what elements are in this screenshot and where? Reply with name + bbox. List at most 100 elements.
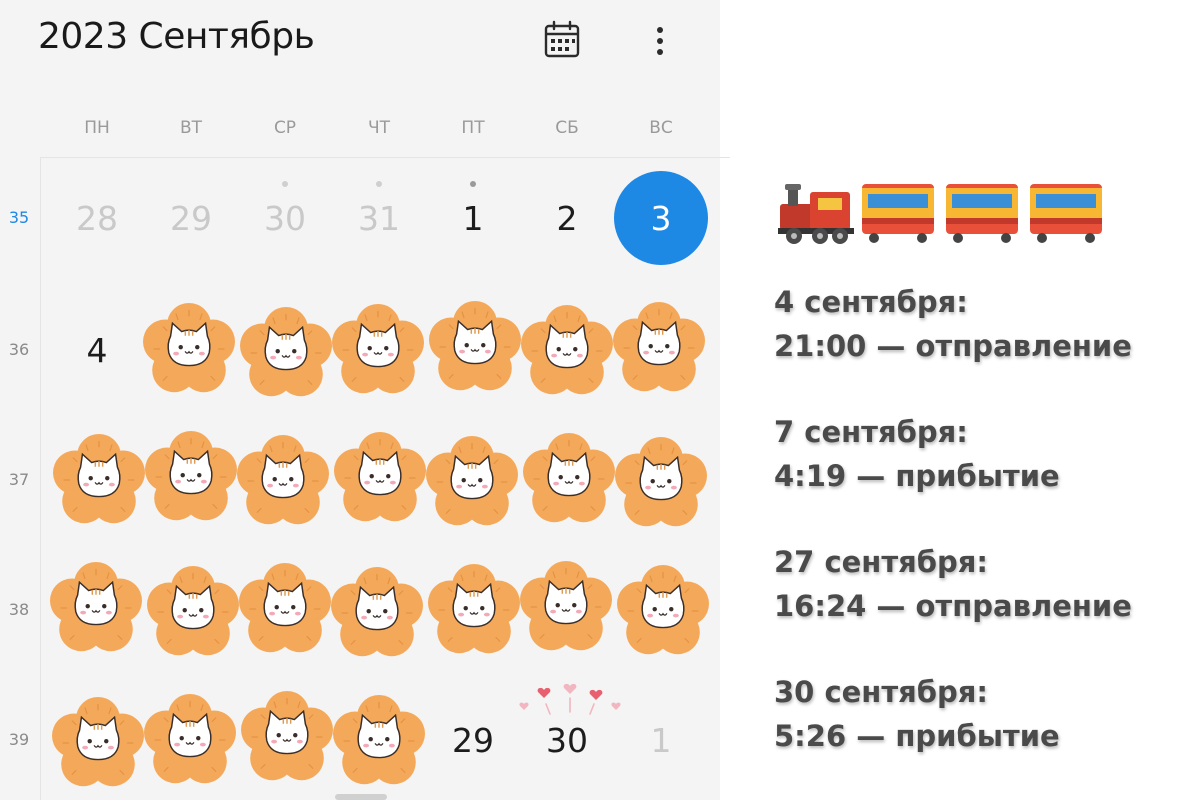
day-cell[interactable] — [238, 692, 332, 788]
day-cell[interactable] — [50, 562, 144, 658]
day-cell[interactable] — [238, 302, 332, 398]
week-number: 39 — [8, 730, 30, 749]
day-number: 29 — [170, 198, 212, 238]
today-highlight: 3 — [614, 171, 708, 265]
day-cell[interactable] — [614, 302, 708, 398]
day-number: 31 — [358, 198, 400, 238]
week-number: 36 — [8, 340, 30, 359]
schedule-event: 5:26 — прибытие — [774, 719, 1060, 753]
weekday-label: СБ — [555, 118, 579, 138]
schedule-event: 21:00 — отправление — [774, 329, 1132, 363]
day-cell[interactable] — [426, 432, 520, 528]
day-cell-today[interactable]: 3 — [614, 170, 708, 266]
orange-flower-cat-sticker-icon — [428, 564, 520, 656]
schedule-panel: 4 сентября: 21:00 — отправление 7 сентяб… — [760, 0, 1200, 800]
orange-flower-cat-sticker-icon — [617, 565, 709, 657]
day-cell[interactable] — [426, 302, 520, 398]
schedule-date: 27 сентября: — [774, 545, 989, 579]
day-cell[interactable] — [144, 302, 238, 398]
event-dot — [282, 181, 288, 187]
day-cell[interactable]: 1 — [426, 170, 520, 266]
weekday-label: ЧТ — [367, 118, 391, 138]
day-cell[interactable] — [144, 692, 238, 788]
schedule-date: 30 сентября: — [774, 675, 989, 709]
day-cell[interactable] — [50, 432, 144, 528]
orange-flower-cat-sticker-icon — [53, 434, 145, 526]
schedule-entry: 27 сентября: 16:24 — отправление — [774, 540, 1194, 628]
week-number: 37 — [8, 470, 30, 489]
day-cell[interactable]: 29 — [426, 692, 520, 788]
day-cell[interactable]: 29 — [144, 170, 238, 266]
orange-flower-cat-sticker-icon — [426, 436, 518, 528]
schedule-event: 4:19 — прибытие — [774, 459, 1060, 493]
schedule-entry: 7 сентября: 4:19 — прибытие — [774, 410, 1194, 498]
calendar-panel: 2023 Сентябрь ПН ВТ СР ЧТ ПТ СБ ВС 35 28 29 30 31 1… — [0, 0, 730, 800]
weekday-label: СР — [273, 118, 297, 138]
day-cell[interactable] — [50, 692, 144, 788]
day-number: 4 — [86, 330, 108, 370]
calendar-view-button[interactable] — [540, 18, 584, 62]
day-number: 30 — [264, 198, 306, 238]
day-number: 3 — [650, 198, 672, 238]
day-cell[interactable]: 30 — [238, 170, 332, 266]
weekday-label: ПТ — [461, 118, 485, 138]
day-number: 2 — [556, 198, 578, 238]
orange-flower-cat-sticker-icon — [239, 563, 331, 655]
day-cell[interactable] — [144, 562, 238, 658]
day-cell[interactable] — [520, 432, 614, 528]
orange-flower-cat-sticker-icon — [50, 562, 142, 654]
schedule-date: 4 сентября: — [774, 285, 968, 319]
orange-flower-cat-sticker-icon — [144, 694, 236, 786]
schedule-entry: 30 сентября: 5:26 — прибытие — [774, 670, 1194, 758]
orange-flower-cat-sticker-icon — [52, 697, 144, 789]
day-cell[interactable] — [520, 562, 614, 658]
page-title: 2023 Сентябрь — [38, 16, 315, 57]
event-dot — [470, 181, 476, 187]
orange-flower-cat-sticker-icon — [143, 303, 235, 395]
orange-flower-cat-sticker-icon — [520, 561, 612, 653]
day-cell[interactable]: 4 — [50, 302, 144, 398]
orange-flower-cat-sticker-icon — [331, 567, 423, 659]
day-cell[interactable]: 1 — [614, 692, 708, 788]
day-cell[interactable] — [332, 432, 426, 528]
day-number: 1 — [650, 720, 672, 760]
day-number: 29 — [452, 720, 494, 760]
day-cell[interactable] — [332, 302, 426, 398]
day-cell[interactable] — [238, 562, 332, 658]
day-number: 28 — [76, 198, 118, 238]
day-cell[interactable] — [520, 302, 614, 398]
day-cell[interactable] — [144, 432, 238, 528]
day-cell[interactable]: 2 — [520, 170, 614, 266]
week-number: 38 — [8, 600, 30, 619]
day-cell[interactable]: 28 — [50, 170, 144, 266]
more-vertical-icon — [657, 27, 663, 55]
orange-flower-cat-sticker-icon — [147, 566, 239, 658]
orange-flower-cat-sticker-icon — [613, 302, 705, 394]
weekday-label: ПН — [84, 118, 110, 138]
orange-flower-cat-sticker-icon — [521, 305, 613, 397]
day-cell[interactable] — [426, 562, 520, 658]
schedule-entry: 4 сентября: 21:00 — отправление — [774, 280, 1194, 368]
day-cell[interactable] — [238, 432, 332, 528]
calendar-icon — [544, 20, 580, 58]
orange-flower-cat-sticker-icon — [240, 307, 332, 399]
day-cell[interactable] — [332, 692, 426, 788]
orange-flower-cat-sticker-icon — [333, 695, 425, 787]
orange-flower-cat-sticker-icon — [429, 301, 521, 393]
orange-flower-cat-sticker-icon — [615, 437, 707, 529]
day-cell[interactable] — [332, 562, 426, 658]
orange-flower-cat-sticker-icon — [145, 431, 237, 523]
day-cell[interactable] — [614, 432, 708, 528]
day-cell[interactable] — [614, 562, 708, 658]
orange-flower-cat-sticker-icon — [523, 433, 615, 525]
day-cell[interactable]: 31 — [332, 170, 426, 266]
day-number: 30 — [546, 720, 588, 760]
train-emoji-icon — [778, 184, 1102, 244]
schedule-event: 16:24 — отправление — [774, 589, 1132, 623]
week-number: 35 — [8, 208, 30, 227]
weekday-label: ВС — [649, 118, 673, 138]
orange-flower-cat-sticker-icon — [334, 432, 426, 524]
schedule-date: 7 сентября: — [774, 415, 968, 449]
scroll-handle[interactable] — [335, 794, 387, 800]
more-options-button[interactable] — [642, 18, 678, 62]
